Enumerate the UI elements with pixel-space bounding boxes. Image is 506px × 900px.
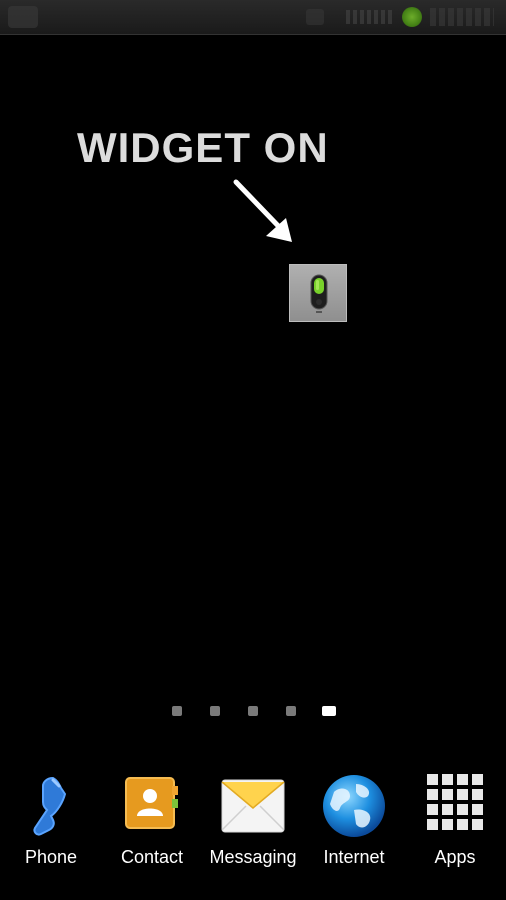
contact-icon — [125, 777, 178, 829]
dock-label: Contact — [120, 847, 184, 867]
clock-area — [430, 8, 494, 26]
dock-item-messaging[interactable]: Messaging — [203, 768, 303, 878]
dock-label: Internet — [323, 847, 385, 867]
arrow-icon — [233, 179, 292, 242]
dock-item-internet[interactable]: Internet — [304, 768, 404, 878]
page-dot-active[interactable] — [322, 706, 336, 716]
dock-item-apps[interactable]: Apps — [405, 768, 505, 878]
page-dot[interactable] — [286, 706, 296, 716]
battery-icon — [402, 7, 422, 27]
page-dot[interactable] — [248, 706, 258, 716]
dock-item-contact[interactable]: Contact — [102, 768, 202, 878]
notification-icon — [8, 6, 38, 28]
dock-label: Apps — [434, 847, 476, 867]
apps-grid-icon — [427, 774, 483, 830]
page-indicator — [172, 705, 342, 717]
page-dot[interactable] — [210, 706, 220, 716]
toggle-widget[interactable] — [289, 264, 347, 322]
annotation-title: WIDGET ON — [77, 124, 329, 171]
dock-label: Messaging — [209, 847, 297, 867]
phone-icon — [33, 776, 67, 836]
signal-strength-icon — [346, 10, 392, 24]
toggle-switch-icon — [310, 274, 328, 313]
internet-globe-icon — [323, 775, 385, 837]
status-bar — [0, 0, 506, 35]
dock-label: Phone — [24, 847, 78, 867]
messaging-icon — [221, 779, 285, 833]
dock-item-phone[interactable]: Phone — [1, 768, 101, 878]
home-screen: WIDGET ON Phone Contact Messaging Intern… — [0, 0, 506, 900]
status-indicator-icon — [306, 9, 324, 25]
page-dot[interactable] — [172, 706, 182, 716]
dock: Phone Contact Messaging Internet Apps — [0, 768, 506, 900]
